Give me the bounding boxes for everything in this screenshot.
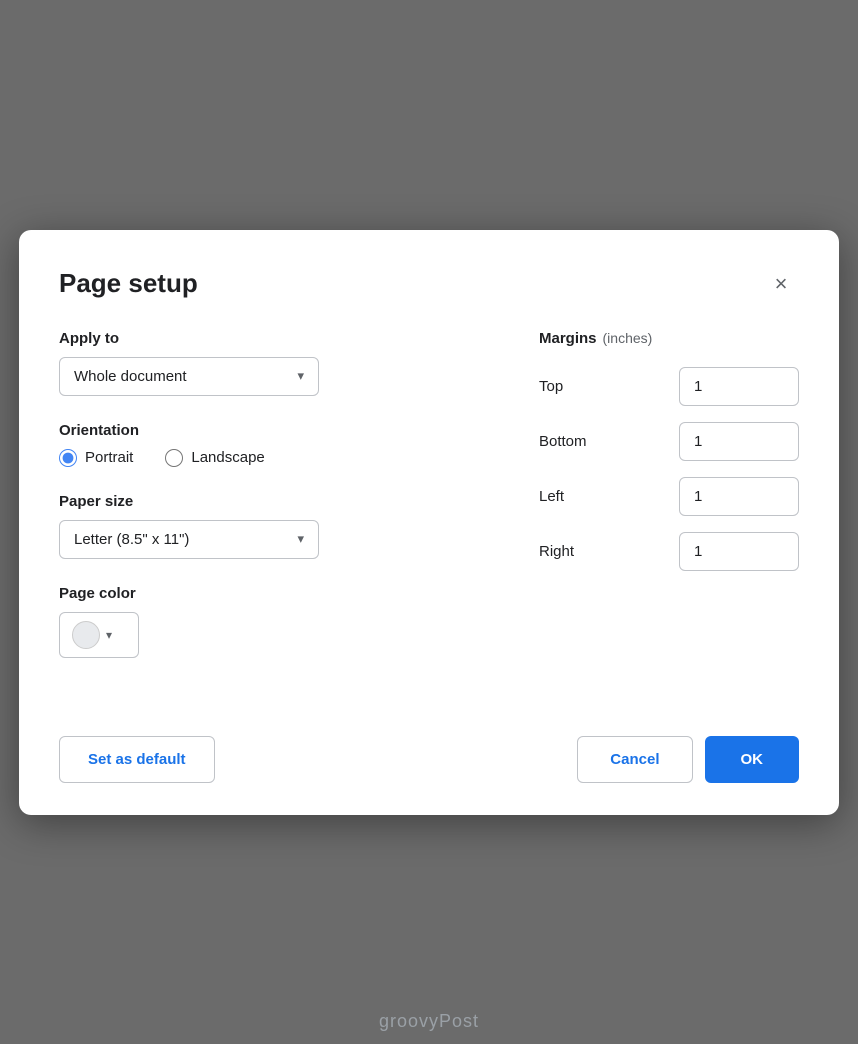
apply-to-section: Apply to Whole document ▾ <box>59 330 491 396</box>
bottom-margin-input[interactable] <box>679 422 799 461</box>
cancel-button[interactable]: Cancel <box>577 736 692 783</box>
dialog-header: Page setup × <box>59 266 799 302</box>
set-as-default-button[interactable]: Set as default <box>59 736 215 783</box>
footer-left: Set as default <box>59 736 577 783</box>
bottom-margin-row: Bottom <box>539 422 799 461</box>
paper-size-arrow: ▾ <box>297 531 304 547</box>
close-button[interactable]: × <box>763 266 799 302</box>
right-margin-label: Right <box>539 543 599 560</box>
right-margin-row: Right <box>539 532 799 571</box>
apply-to-dropdown[interactable]: Whole document ▾ <box>59 357 319 396</box>
top-margin-label: Top <box>539 378 599 395</box>
orientation-label: Orientation <box>59 422 491 439</box>
page-color-button[interactable]: ▾ <box>59 612 139 658</box>
paper-size-value: Letter (8.5" x 11") <box>74 531 189 548</box>
apply-to-label: Apply to <box>59 330 491 347</box>
paper-size-section: Paper size Letter (8.5" x 11") ▾ <box>59 493 491 559</box>
right-margin-input[interactable] <box>679 532 799 571</box>
watermark: groovyPost <box>379 1011 479 1032</box>
page-setup-dialog: Page setup × Apply to Whole document ▾ O… <box>19 230 839 815</box>
ok-button[interactable]: OK <box>705 736 800 783</box>
color-circle <box>72 621 100 649</box>
apply-to-value: Whole document <box>74 368 187 385</box>
paper-size-dropdown[interactable]: Letter (8.5" x 11") ▾ <box>59 520 319 559</box>
left-margin-input[interactable] <box>679 477 799 516</box>
orientation-section: Orientation Portrait Landscape <box>59 422 491 467</box>
portrait-option[interactable]: Portrait <box>59 449 133 467</box>
page-color-label: Page color <box>59 585 491 602</box>
bottom-margin-label: Bottom <box>539 433 599 450</box>
landscape-option[interactable]: Landscape <box>165 449 264 467</box>
orientation-row: Portrait Landscape <box>59 449 491 467</box>
landscape-radio[interactable] <box>165 449 183 467</box>
apply-to-arrow: ▾ <box>297 368 304 384</box>
left-margin-label: Left <box>539 488 599 505</box>
dialog-title: Page setup <box>59 268 198 299</box>
margins-unit: (inches) <box>603 330 653 346</box>
margins-header: Margins (inches) <box>539 330 799 347</box>
left-column: Apply to Whole document ▾ Orientation Po… <box>59 330 491 684</box>
portrait-label: Portrait <box>85 449 133 466</box>
left-margin-row: Left <box>539 477 799 516</box>
dialog-footer: Set as default Cancel OK <box>59 720 799 783</box>
page-color-section: Page color ▾ <box>59 585 491 658</box>
color-arrow: ▾ <box>106 628 112 642</box>
portrait-radio[interactable] <box>59 449 77 467</box>
paper-size-label: Paper size <box>59 493 491 510</box>
margins-title: Margins <box>539 330 597 347</box>
top-margin-row: Top <box>539 367 799 406</box>
dialog-body: Apply to Whole document ▾ Orientation Po… <box>59 330 799 684</box>
right-column: Margins (inches) Top Bottom Left Right <box>539 330 799 684</box>
top-margin-input[interactable] <box>679 367 799 406</box>
footer-right: Cancel OK <box>577 736 799 783</box>
landscape-label: Landscape <box>191 449 264 466</box>
